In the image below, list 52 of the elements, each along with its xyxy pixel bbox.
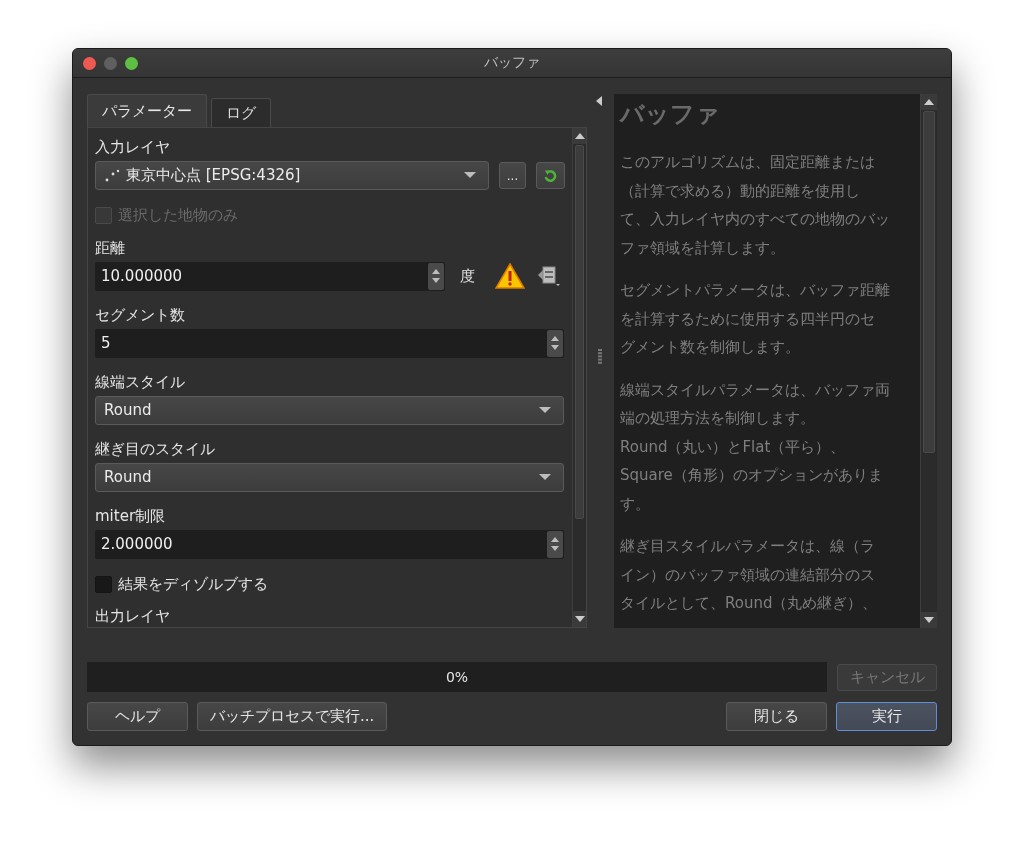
dropdown-caret-icon (464, 172, 476, 179)
help-paragraph: 線端スタイルパラメータは、バッファ両 端の処理方法を制御します。 Round（丸い）とFlat（平ら）、 Square（角形）のオプションがありま す。 (620, 379, 891, 515)
scroll-down-icon[interactable] (574, 616, 585, 622)
checkbox-label: 結果をディゾルブする (118, 574, 268, 594)
progress-label: 0% (445, 669, 469, 685)
dropdown-caret-icon (539, 406, 551, 414)
window-title: バッファ (484, 54, 540, 70)
scroll-up-icon[interactable] (924, 99, 934, 105)
spin-arrows-icon[interactable] (428, 262, 444, 290)
distance-input[interactable]: 10.000000 (95, 261, 445, 291)
field-label: 出力レイヤ (95, 606, 171, 627)
help-paragraph: セグメントパラメータは、バッファ距離 を計算するために使用する四半円のセ グメント数を制御します。 (620, 280, 891, 358)
refresh-button[interactable] (536, 162, 565, 189)
point-layer-icon (104, 168, 120, 183)
checkbox[interactable] (95, 575, 112, 593)
collapse-arrow-icon[interactable] (596, 96, 602, 106)
scroll-down-icon[interactable] (924, 617, 934, 623)
field-label: 継ぎ目のスタイル (95, 438, 216, 460)
help-title: バッファ (620, 99, 721, 130)
layer-dropdown[interactable]: 東京中心点 [EPSG:4326] (95, 161, 489, 190)
tab[interactable]: パラメーター (87, 94, 207, 127)
spin-arrows-icon[interactable] (547, 530, 563, 558)
field-label: セグメント数 (95, 304, 186, 326)
scrollbar[interactable] (572, 128, 586, 627)
dialog-button[interactable]: 実行 (836, 702, 937, 731)
field-label: 線端スタイル (95, 371, 186, 393)
field-label: 入力レイヤ (95, 137, 171, 158)
browse-button[interactable]: ... (499, 162, 526, 189)
dialog-button[interactable]: バッチプロセスで実行... (197, 702, 388, 731)
number-input[interactable]: 5 (95, 328, 564, 358)
field-label: miter制限 (95, 505, 167, 527)
scroll-up-icon[interactable] (574, 133, 585, 139)
style-dropdown[interactable]: Round (95, 395, 564, 425)
number-input[interactable]: 2.000000 (95, 529, 564, 559)
data-defined-override-icon[interactable] (537, 265, 561, 287)
close-button[interactable] (83, 56, 96, 70)
refresh-icon (543, 167, 558, 184)
unit-label: 度 (460, 266, 475, 286)
dropdown-caret-icon (539, 473, 551, 481)
field-label: 距離 (95, 237, 126, 259)
splitter-handle-icon[interactable] (598, 349, 602, 365)
style-dropdown[interactable]: Round (95, 462, 564, 492)
warning-icon (495, 263, 525, 289)
zoom-button[interactable] (125, 56, 138, 70)
dialog-button[interactable]: ヘルプ (87, 702, 188, 731)
spin-arrows-icon[interactable] (547, 329, 563, 357)
dialog-button[interactable]: 閉じる (726, 702, 827, 731)
help-paragraph: このアルゴリズムは、固定距離または （計算で求める）動的距離を使用し て、入力レイヤ内のすべての地物のバッ ファ領域を計算します。 (620, 152, 891, 259)
help-paragraph: 継ぎ目スタイルパラメータは、線（ラ イン）のバッファ領域の連結部分のス タイルとして、Round（丸め継ぎ）、 (620, 536, 879, 614)
tab[interactable]: ログ (211, 98, 271, 127)
checkbox-label: 選択した地物のみ (118, 206, 238, 226)
scrollbar[interactable] (920, 94, 937, 628)
